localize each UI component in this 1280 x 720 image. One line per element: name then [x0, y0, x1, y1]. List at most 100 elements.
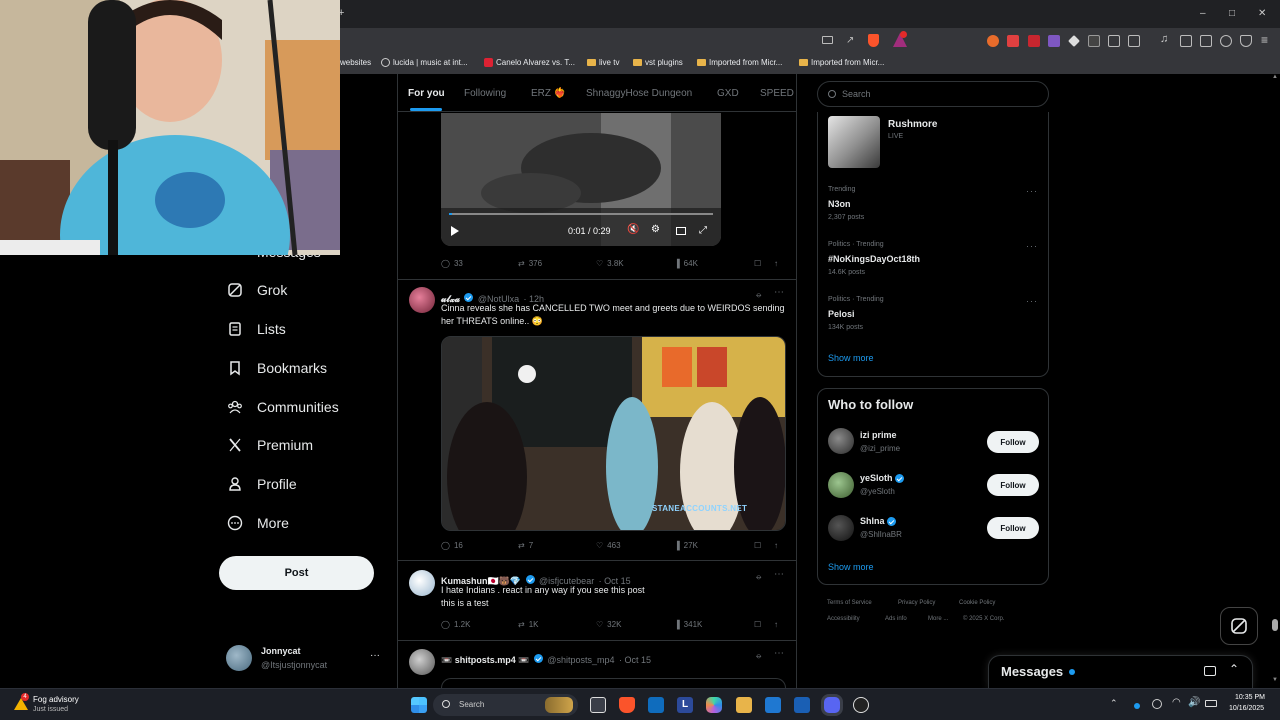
maximize-button[interactable]: □ [1229, 8, 1235, 19]
clock-date[interactable]: 10/16/2025 [1229, 705, 1264, 712]
user-avatar[interactable] [828, 428, 854, 454]
footer-link[interactable]: Accessibility [827, 616, 860, 622]
battery-icon[interactable] [1205, 700, 1217, 707]
tray-app-icon[interactable] [1134, 703, 1140, 709]
page-scrollbar[interactable]: ▲ ▼ [1270, 74, 1280, 688]
bookmark-button[interactable]: ☐ [754, 541, 761, 550]
footer-link[interactable]: Cookie Policy [959, 600, 995, 606]
views-button[interactable]: ▐ 64K [674, 259, 698, 268]
video-progress-bar[interactable] [449, 213, 713, 215]
share-button[interactable]: ↑ [774, 259, 778, 268]
repost-button[interactable]: ⇄ 1K [518, 620, 539, 629]
obs-icon[interactable] [853, 697, 869, 713]
extension-icon[interactable] [1068, 35, 1080, 47]
discord-icon[interactable] [824, 697, 840, 713]
post-time[interactable]: · Oct 15 [619, 655, 651, 665]
bookmark-item[interactable]: live tv [587, 58, 619, 67]
brave-shield-icon[interactable] [868, 34, 879, 47]
follow-button[interactable]: Follow [987, 517, 1039, 539]
tab-erz[interactable]: ERZ ❤️‍🔥 [531, 88, 566, 99]
post[interactable]: 📼 shitposts.mp4 📼 @shitposts_mp4 · Oct 1… [398, 641, 796, 688]
copilot-icon[interactable] [706, 697, 722, 713]
extension-icon[interactable] [1108, 35, 1120, 47]
outlook-icon[interactable] [648, 697, 664, 713]
footer-link[interactable]: More ... [928, 616, 948, 622]
views-button[interactable]: ▐ 341K [674, 620, 702, 629]
author-avatar[interactable] [409, 649, 435, 675]
minimize-button[interactable]: – [1200, 8, 1206, 19]
search-input[interactable]: Search [817, 81, 1049, 107]
author-avatar[interactable] [409, 570, 435, 596]
leo-icon[interactable] [1220, 35, 1232, 47]
bookmark-item[interactable]: Canelo Alvarez vs. T... [484, 58, 575, 67]
file-explorer-icon[interactable] [736, 697, 752, 713]
new-message-icon[interactable] [1204, 666, 1216, 676]
grok-icon[interactable]: ⦵ [755, 289, 763, 300]
close-window-button[interactable]: ✕ [1258, 8, 1266, 19]
word-app-icon[interactable] [794, 697, 810, 713]
live-space[interactable]: Rushmore LIVE [828, 116, 1038, 168]
author-avatar[interactable] [409, 287, 435, 313]
task-view-icon[interactable] [590, 697, 606, 713]
tray-app-icon[interactable] [1152, 699, 1162, 709]
scrollbar-down-arrow[interactable]: ▼ [1272, 677, 1278, 683]
share-button[interactable]: ↑ [774, 620, 778, 629]
video-player[interactable]: 0:01 / 0:29 🔇 ⚙ ⤢ [441, 113, 721, 246]
bookmark-item[interactable]: Imported from Micr... [697, 58, 782, 67]
vpn-icon[interactable] [1240, 35, 1252, 47]
sidebar-icon[interactable] [1180, 35, 1192, 47]
trend-menu-icon[interactable]: ··· [1026, 296, 1038, 306]
post-menu-icon[interactable]: ⋯ [774, 287, 784, 298]
like-button[interactable]: ♡ 3.8K [596, 259, 624, 268]
like-button[interactable]: ♡ 463 [596, 541, 621, 550]
bookmark-item[interactable]: lucida | music at int... [381, 58, 468, 67]
like-button[interactable]: ♡ 32K [596, 620, 621, 629]
grok-icon[interactable]: ⦵ [755, 650, 763, 661]
extension-icon[interactable] [1128, 35, 1140, 47]
nav-item-profile[interactable]: Profile [227, 476, 297, 492]
bookmark-item[interactable]: Imported from Micr... [799, 58, 884, 67]
scrollbar-thumb[interactable] [1272, 619, 1278, 631]
follow-button[interactable]: Follow [987, 431, 1039, 453]
user-avatar[interactable] [828, 472, 854, 498]
expand-chevron-icon[interactable]: ⌃ [1229, 662, 1239, 676]
footer-link[interactable]: Ads info [885, 616, 907, 622]
messages-drawer[interactable]: Messages ⌃ [988, 655, 1253, 688]
tab-shnaggyhose-dungeon[interactable]: ShnaggyHose Dungeon [586, 88, 692, 99]
scrollbar-up-arrow[interactable]: ▲ [1272, 74, 1278, 80]
windows-start-icon[interactable] [411, 697, 427, 713]
post-button[interactable]: Post [219, 556, 374, 590]
post[interactable]: 𝓾𝓵𝔁𝓪 @NotUlxa · 12h ⦵ ⋯ Cinna reveals sh… [398, 280, 796, 560]
trend-menu-icon[interactable]: ··· [1026, 186, 1038, 196]
bookmark-button[interactable]: ☐ [754, 259, 761, 268]
extension-icon[interactable] [1048, 35, 1060, 47]
fullscreen-icon[interactable]: ⤢ [699, 225, 707, 236]
post-image[interactable]: STANEACCOUNTS.NET [441, 336, 786, 531]
views-button[interactable]: ▐ 27K [674, 541, 698, 550]
taskbar-search[interactable]: Search [433, 694, 578, 716]
extension-icon[interactable] [987, 35, 999, 47]
nav-item-lists[interactable]: Lists [227, 321, 286, 337]
settings-icon[interactable]: ⚙ [651, 224, 660, 235]
account-menu-icon[interactable]: ··· [370, 650, 380, 661]
share-icon[interactable]: ↗ [846, 35, 854, 46]
wallet-icon[interactable] [1200, 35, 1212, 47]
nav-item-bookmarks[interactable]: Bookmarks [227, 360, 327, 376]
store-icon[interactable] [765, 697, 781, 713]
extension-icon[interactable] [1028, 35, 1040, 47]
reply-button[interactable]: ◯ 16 [441, 541, 463, 550]
reply-button[interactable]: ◯ 33 [441, 259, 463, 268]
extension-icon[interactable] [1007, 35, 1019, 47]
volume-icon[interactable]: 🔊 [1188, 697, 1200, 708]
nav-item-communities[interactable]: Communities [227, 399, 339, 415]
post-media-frame[interactable] [441, 678, 786, 688]
bookmark-item[interactable]: websites [340, 58, 371, 67]
play-icon[interactable] [451, 226, 459, 236]
trend-menu-icon[interactable]: ··· [1026, 241, 1038, 251]
footer-link[interactable]: Terms of Service [827, 600, 872, 606]
share-button[interactable]: ↑ [774, 541, 778, 550]
menu-icon[interactable]: ≡ [1261, 33, 1268, 47]
follow-show-more-link[interactable]: Show more [828, 562, 874, 572]
author-handle[interactable]: @shitposts_mp4 [547, 655, 614, 665]
clock-time[interactable]: 10:35 PM [1235, 694, 1265, 701]
